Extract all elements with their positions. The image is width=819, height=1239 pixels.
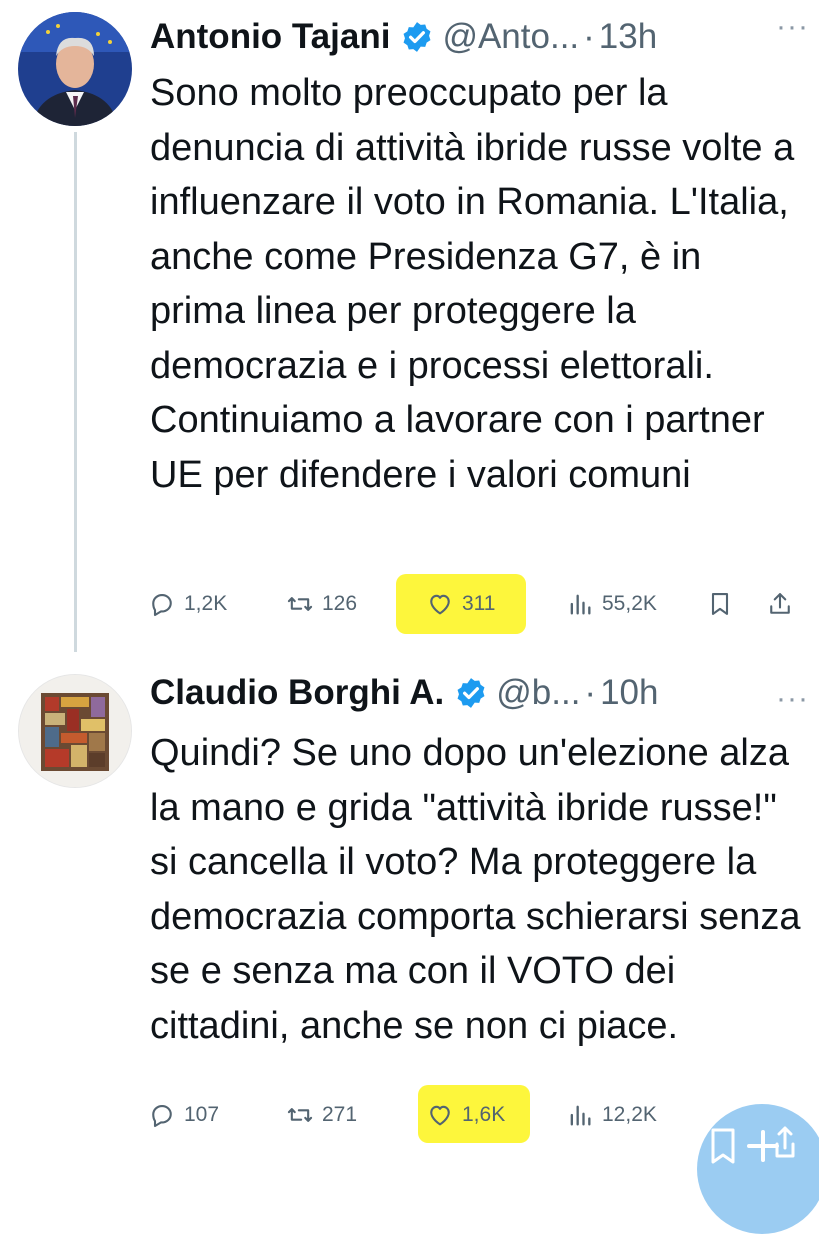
reply-icon bbox=[152, 1104, 172, 1128]
views-count: 55,2K bbox=[602, 592, 657, 615]
views-count: 12,2K bbox=[602, 1103, 657, 1126]
author-handle[interactable]: @b... bbox=[496, 673, 580, 713]
thread-line bbox=[74, 132, 77, 652]
tweet-header: Claudio Borghi A. @b... · 10h bbox=[150, 668, 810, 718]
repost-button[interactable]: 126 bbox=[286, 574, 357, 634]
like-button[interactable]: 311 bbox=[426, 574, 495, 634]
share-button[interactable] bbox=[766, 574, 802, 634]
more-options-icon[interactable]: ··· bbox=[776, 10, 809, 44]
more-options-icon[interactable]: ··· bbox=[776, 682, 809, 716]
like-icon bbox=[430, 594, 450, 615]
tweet-text: Quindi? Se uno dopo un'elezione alza la … bbox=[150, 732, 801, 1047]
tweet-header: Antonio Tajani @Anto... · 13h bbox=[150, 12, 810, 62]
bookmark-icon bbox=[711, 593, 729, 615]
like-count: 1,6K bbox=[462, 1103, 506, 1126]
views-icon bbox=[570, 594, 591, 615]
reply-count: 107 bbox=[184, 1103, 220, 1126]
share-icon bbox=[770, 593, 790, 614]
bookmark-button[interactable] bbox=[706, 574, 742, 634]
like-icon bbox=[430, 1105, 450, 1126]
separator-dot: · bbox=[583, 17, 595, 56]
views-button[interactable]: 12,2K bbox=[566, 1085, 657, 1145]
avatar[interactable] bbox=[18, 674, 132, 788]
timestamp[interactable]: 13h bbox=[599, 17, 657, 57]
author-name[interactable]: Claudio Borghi A. bbox=[150, 673, 444, 713]
repost-count: 126 bbox=[322, 592, 358, 615]
views-icon bbox=[570, 1105, 591, 1126]
repost-count: 271 bbox=[322, 1103, 358, 1126]
verified-icon bbox=[400, 20, 434, 54]
like-button[interactable]: 1,6K bbox=[426, 1085, 505, 1145]
repost-icon bbox=[287, 597, 313, 611]
repost-icon bbox=[287, 1108, 313, 1122]
compose-fab[interactable] bbox=[697, 1104, 819, 1234]
compose-icon bbox=[711, 1126, 795, 1164]
timestamp[interactable]: 10h bbox=[600, 673, 658, 713]
views-button[interactable]: 55,2K bbox=[566, 574, 657, 634]
separator-dot: · bbox=[584, 673, 597, 712]
author-handle[interactable]: @Anto... bbox=[442, 17, 579, 57]
reply-button[interactable]: 1,2K bbox=[148, 574, 227, 634]
reply-count: 1,2K bbox=[184, 592, 228, 615]
reply-button[interactable]: 107 bbox=[148, 1085, 219, 1145]
repost-button[interactable]: 271 bbox=[286, 1085, 357, 1145]
like-count: 311 bbox=[462, 592, 496, 615]
tweet-actions: 1,2K 126 311 55,2K bbox=[148, 574, 808, 634]
tweet-text: Sono molto preoccupato per la denuncia d… bbox=[150, 72, 795, 496]
avatar[interactable] bbox=[18, 12, 132, 126]
author-name[interactable]: Antonio Tajani bbox=[150, 17, 390, 57]
verified-icon bbox=[454, 676, 488, 710]
reply-icon bbox=[152, 593, 172, 617]
